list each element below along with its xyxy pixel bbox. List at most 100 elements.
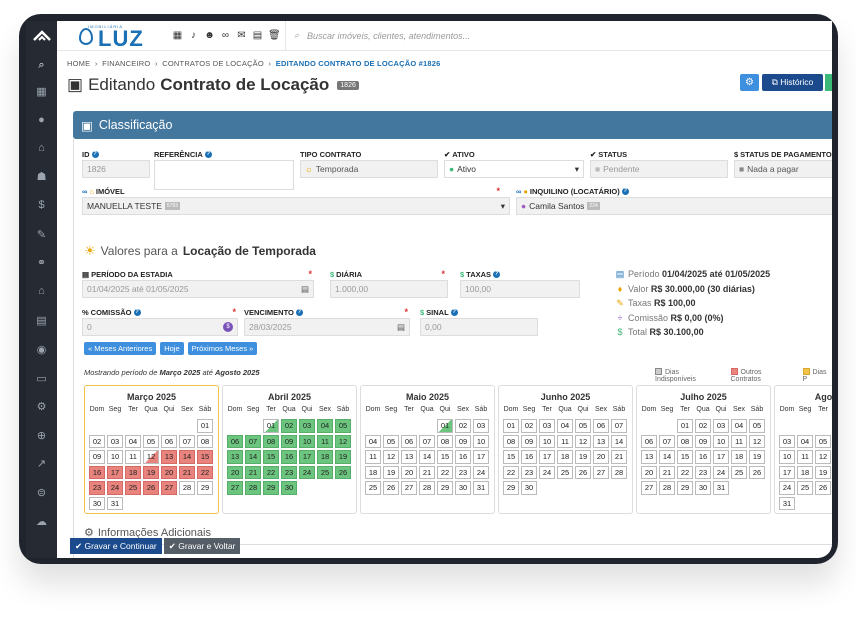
calendar-day[interactable]: 24 [299, 465, 315, 479]
calendar-day[interactable]: 29 [503, 481, 519, 495]
calendar-day[interactable]: 27 [401, 481, 417, 495]
calendar-day[interactable]: 04 [365, 434, 381, 448]
calendar-day[interactable]: 23 [695, 465, 711, 479]
calendar-day[interactable]: 03 [473, 419, 489, 433]
calendar-day[interactable]: 26 [335, 465, 351, 479]
calendar-day[interactable]: 19 [383, 465, 399, 479]
calendar-day[interactable]: 20 [593, 450, 609, 464]
calendar-day[interactable]: 25 [365, 481, 381, 495]
calendar-day[interactable]: 16 [89, 465, 105, 479]
users-icon[interactable]: ☻ [204, 30, 215, 41]
calendar-day[interactable]: 01 [437, 419, 453, 433]
calendar-day[interactable]: 21 [179, 465, 195, 479]
calendar-day[interactable]: 23 [89, 481, 105, 495]
calendar-day[interactable]: 29 [263, 481, 279, 495]
calendar-day[interactable]: 08 [677, 434, 693, 448]
calendar-day[interactable]: 17 [539, 450, 555, 464]
calendar-day[interactable]: 29 [197, 481, 213, 495]
calendar-day[interactable]: 02 [695, 419, 711, 433]
breadcrumb-contratos[interactable]: CONTRATOS DE LOCAÇÃO [162, 59, 264, 68]
calendar-day[interactable]: 01 [263, 419, 279, 433]
bell-icon[interactable]: ♪ [188, 30, 199, 41]
calendar-day[interactable]: 03 [299, 419, 315, 433]
calendar-day[interactable]: 24 [473, 465, 489, 479]
document-icon[interactable]: ✎ [26, 226, 57, 242]
calendar-day[interactable]: 14 [419, 450, 435, 464]
calendar-day[interactable]: 12 [383, 450, 399, 464]
calendar-day[interactable]: 07 [611, 419, 627, 433]
vencimento-input[interactable]: 28/03/2025 ▤ [244, 318, 410, 336]
house-key-icon[interactable]: ⌂ [26, 283, 57, 299]
calendar-day[interactable]: 24 [713, 465, 729, 479]
calendar-day[interactable]: 12 [749, 434, 765, 448]
calendar-day[interactable]: 11 [731, 434, 747, 448]
search-bar[interactable]: ⌕ Buscar imóveis, clientes, atendimentos… [286, 30, 470, 41]
handshake-icon[interactable]: ⚭ [26, 254, 57, 270]
calendar-day[interactable]: 30 [521, 481, 537, 495]
calendar-day[interactable]: 03 [779, 434, 795, 448]
help-icon[interactable]: ? [493, 271, 501, 278]
people-icon[interactable]: ☗ [26, 168, 57, 184]
search-input[interactable]: Buscar imóveis, clientes, atendimentos..… [307, 31, 470, 41]
chart-icon[interactable]: ↗ [26, 455, 57, 471]
comissao-input[interactable]: 0 $ [82, 318, 238, 336]
calendar-day[interactable]: 17 [107, 465, 123, 479]
calendar-day[interactable]: 18 [731, 450, 747, 464]
calendar-day[interactable]: 10 [713, 434, 729, 448]
calendar-day[interactable]: 25 [317, 465, 333, 479]
calendar-day[interactable]: 04 [557, 419, 573, 433]
calendar-day[interactable]: 24 [539, 465, 555, 479]
calendar-day[interactable]: 09 [455, 434, 471, 448]
calendar-day[interactable]: 26 [815, 481, 831, 495]
calendar-day[interactable]: 14 [611, 434, 627, 448]
brand-logo[interactable]: IMOBILIÁRIA LUZ [57, 21, 152, 51]
calendar-icon[interactable]: ▤ [252, 30, 263, 41]
calendar-day[interactable]: 28 [419, 481, 435, 495]
diaria-input[interactable]: 1.000,00 [330, 280, 448, 298]
calendar-day[interactable]: 22 [437, 465, 453, 479]
help-icon[interactable]: ? [133, 309, 141, 316]
calendar-day[interactable]: 08 [263, 434, 279, 448]
calendar-day[interactable]: 10 [473, 434, 489, 448]
calendar-day[interactable]: 11 [317, 434, 333, 448]
calendar-day[interactable]: 13 [401, 450, 417, 464]
breadcrumb-home[interactable]: HOME [67, 59, 90, 68]
calendar-day[interactable]: 10 [779, 450, 795, 464]
calendar-day[interactable]: 21 [245, 465, 261, 479]
inquilino-select[interactable]: ● Camila Santos 224 [516, 197, 832, 215]
calendar-day[interactable]: 09 [281, 434, 297, 448]
calendar-day[interactable]: 30 [695, 481, 711, 495]
calendar-day[interactable]: 17 [779, 465, 795, 479]
calendar-day[interactable]: 25 [125, 481, 141, 495]
calendar-day[interactable]: 05 [575, 419, 591, 433]
calendar-day[interactable]: 02 [89, 434, 105, 448]
calendar-day[interactable]: 05 [749, 419, 765, 433]
calendar-day[interactable]: 15 [677, 450, 693, 464]
calendar-day[interactable]: 15 [437, 450, 453, 464]
calendar-day[interactable]: 05 [335, 419, 351, 433]
calendar-day[interactable]: 29 [437, 481, 453, 495]
calendar-day[interactable]: 11 [797, 450, 813, 464]
calendar-day[interactable]: 09 [695, 434, 711, 448]
help-icon[interactable]: ? [621, 188, 629, 195]
calendar-day[interactable]: 06 [593, 419, 609, 433]
calendar-day[interactable]: 30 [455, 481, 471, 495]
dashboard-icon[interactable]: ▦ [26, 83, 57, 99]
calendar-day[interactable]: 14 [179, 450, 195, 464]
calendar-day[interactable]: 14 [659, 450, 675, 464]
calendar-day[interactable]: 13 [227, 450, 243, 464]
calendar-day[interactable]: 27 [161, 481, 177, 495]
calendar-day[interactable]: 22 [263, 465, 279, 479]
calendar-day[interactable]: 04 [797, 434, 813, 448]
breadcrumb-financeiro[interactable]: FINANCEIRO [102, 59, 150, 68]
support-icon[interactable]: ◉ [26, 341, 57, 357]
calendar-day[interactable]: 05 [383, 434, 399, 448]
calendar-day[interactable]: 31 [107, 496, 123, 510]
calendar-day[interactable]: 22 [677, 465, 693, 479]
calendar-day[interactable]: 04 [317, 419, 333, 433]
calendar-day[interactable]: 25 [797, 481, 813, 495]
calendar-day[interactable]: 19 [575, 450, 591, 464]
calendar-day[interactable]: 25 [557, 465, 573, 479]
help-icon[interactable]: ? [295, 309, 303, 316]
calendar-day[interactable]: 11 [125, 450, 141, 464]
